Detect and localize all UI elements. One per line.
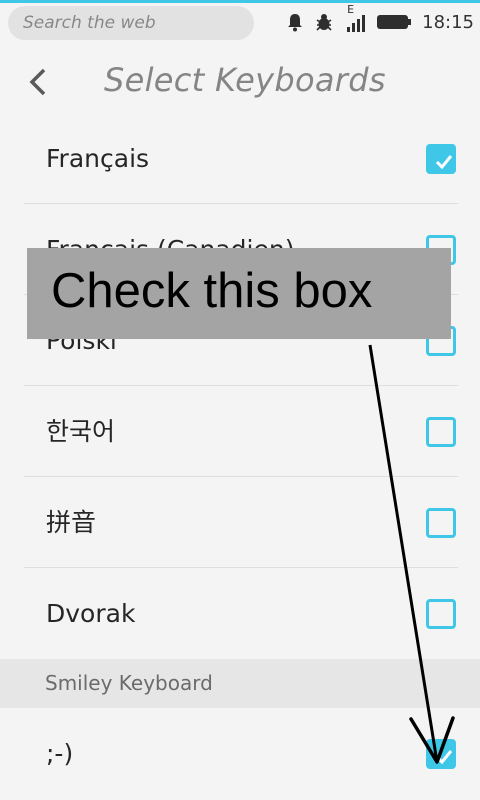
page-title: Select Keyboards	[104, 61, 386, 99]
back-button[interactable]	[22, 64, 54, 100]
status-bar: Search the web E 18:15	[0, 0, 480, 44]
keyboard-label: Français	[46, 144, 150, 173]
keyboard-label: 한국어	[46, 417, 116, 446]
clock: 18:15	[422, 11, 474, 33]
signal-icon: E	[344, 3, 366, 33]
keyboard-checkbox[interactable]	[426, 599, 456, 629]
status-icons: E 18:15	[286, 3, 474, 36]
network-type-label: E	[347, 3, 355, 16]
chevron-left-icon	[29, 68, 46, 96]
list-item[interactable]: Dvorak	[0, 568, 480, 659]
bell-icon	[286, 12, 304, 32]
section-header: Smiley Keyboard	[0, 659, 480, 708]
keyboard-list: Français Français (Canadien) Polski 한국어 …	[0, 113, 480, 799]
keyboard-label: ;-)	[46, 739, 74, 768]
keyboard-checkbox[interactable]	[426, 508, 456, 538]
checkmark-icon	[435, 750, 453, 765]
tutorial-text: Check this box	[51, 264, 373, 318]
list-item[interactable]: 拼音	[0, 477, 480, 568]
header: Select Keyboards	[0, 44, 480, 120]
checkmark-icon	[435, 155, 453, 170]
bug-icon	[314, 12, 334, 32]
list-item[interactable]: ;-)	[0, 708, 480, 799]
keyboard-label: Dvorak	[46, 599, 136, 628]
keyboard-label: 拼音	[46, 508, 97, 537]
tutorial-overlay: Check this box	[27, 248, 451, 339]
status-accent-line	[0, 0, 480, 3]
list-item[interactable]: Français	[0, 113, 480, 204]
keyboard-checkbox[interactable]	[426, 739, 456, 769]
list-item[interactable]: 한국어	[0, 386, 480, 477]
keyboard-checkbox[interactable]	[426, 417, 456, 447]
search-input[interactable]: Search the web	[8, 6, 254, 40]
keyboard-checkbox[interactable]	[426, 144, 456, 174]
battery-icon	[376, 14, 412, 30]
